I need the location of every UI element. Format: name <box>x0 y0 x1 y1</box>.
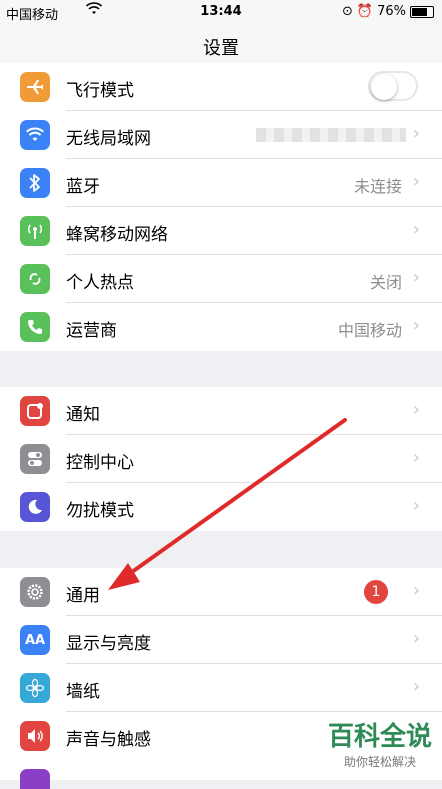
control-center-icon <box>20 444 50 474</box>
status-bar: 中国移动 13:44 ⊙ ⏰ 76% <box>0 0 442 24</box>
row-value: 关闭 <box>369 273 402 292</box>
row-value: 中国移动 <box>337 321 402 340</box>
chevron-right-icon: › <box>412 171 420 192</box>
moon-icon <box>20 492 50 522</box>
phone-icon <box>20 312 50 342</box>
rotation-lock-icon: ⊙ <box>342 4 353 19</box>
row-personal-hotspot[interactable]: 个人热点 关闭 › <box>0 255 442 303</box>
chevron-right-icon: › <box>412 495 420 516</box>
chevron-right-icon: › <box>412 219 420 240</box>
row-label: 显示与亮度 <box>66 634 151 654</box>
battery-percent: 76% <box>377 4 406 19</box>
row-label: 飞行模式 <box>66 81 134 101</box>
row-label: 声音与触感 <box>66 730 151 750</box>
alarm-icon: ⏰ <box>356 4 374 19</box>
update-badge: 1 <box>364 580 388 604</box>
cellular-icon <box>20 216 50 246</box>
row-do-not-disturb[interactable]: 勿扰模式 › <box>0 483 442 531</box>
chevron-right-icon: › <box>412 315 420 336</box>
row-notifications[interactable]: 通知 › <box>0 387 442 435</box>
row-control-center[interactable]: 控制中心 › <box>0 435 442 483</box>
sound-icon <box>20 721 50 751</box>
row-label: 蓝牙 <box>66 177 100 197</box>
row-label: 控制中心 <box>66 453 134 473</box>
chevron-right-icon: › <box>412 628 420 649</box>
row-label: 运营商 <box>66 321 117 341</box>
row-wifi[interactable]: 无线局域网 › <box>0 111 442 159</box>
wifi-icon <box>20 120 50 150</box>
gear-icon <box>20 577 50 607</box>
airplane-icon <box>20 72 50 102</box>
wallpaper-icon <box>20 673 50 703</box>
row-label: 无线局域网 <box>66 129 151 149</box>
hotspot-icon <box>20 264 50 294</box>
row-value: 未连接 <box>353 177 402 196</box>
watermark-title: 百科全说 <box>327 722 432 752</box>
chevron-right-icon: › <box>412 580 420 601</box>
page-title: 设置 <box>203 38 239 59</box>
watermark-logo: 百科全说 助你轻松解决 <box>328 716 432 770</box>
chevron-right-icon: › <box>412 399 420 420</box>
battery-icon <box>410 5 434 18</box>
row-label: 通用 <box>66 586 100 606</box>
row-airplane-mode[interactable]: 飞行模式 <box>0 63 442 111</box>
watermark-subtitle: 助你轻松解决 <box>343 755 416 769</box>
settings-group-notifications: 通知 › 控制中心 › 勿扰模式 › <box>0 387 442 531</box>
chevron-right-icon: › <box>412 267 420 288</box>
row-carrier[interactable]: 运营商 中国移动 › <box>0 303 442 351</box>
row-cellular[interactable]: 蜂窝移动网络 › <box>0 207 442 255</box>
siri-icon <box>20 769 50 789</box>
row-bluetooth[interactable]: 蓝牙 未连接 › <box>0 159 442 207</box>
row-general[interactable]: 通用 1 › <box>0 568 442 616</box>
chevron-right-icon: › <box>412 447 420 468</box>
bluetooth-icon <box>20 168 50 198</box>
row-label: 通知 <box>66 405 100 425</box>
airplane-mode-toggle[interactable] <box>368 71 418 101</box>
chevron-right-icon: › <box>412 676 420 697</box>
row-label: 个人热点 <box>66 273 134 293</box>
notifications-icon <box>20 396 50 426</box>
text-size-icon: AA <box>20 625 50 655</box>
wifi-network-name-blurred <box>256 128 406 142</box>
row-label: 勿扰模式 <box>66 501 134 521</box>
row-display-brightness[interactable]: AA 显示与亮度 › <box>0 616 442 664</box>
chevron-right-icon: › <box>412 123 420 144</box>
row-label: 蜂窝移动网络 <box>66 225 168 245</box>
row-wallpaper[interactable]: 墙纸 › <box>0 664 442 712</box>
settings-group-connectivity: 飞行模式 无线局域网 › 蓝牙 未连接 › 蜂窝移动网络 › 个人热点 关闭 ›… <box>0 63 442 351</box>
row-label: 墙纸 <box>66 682 100 702</box>
